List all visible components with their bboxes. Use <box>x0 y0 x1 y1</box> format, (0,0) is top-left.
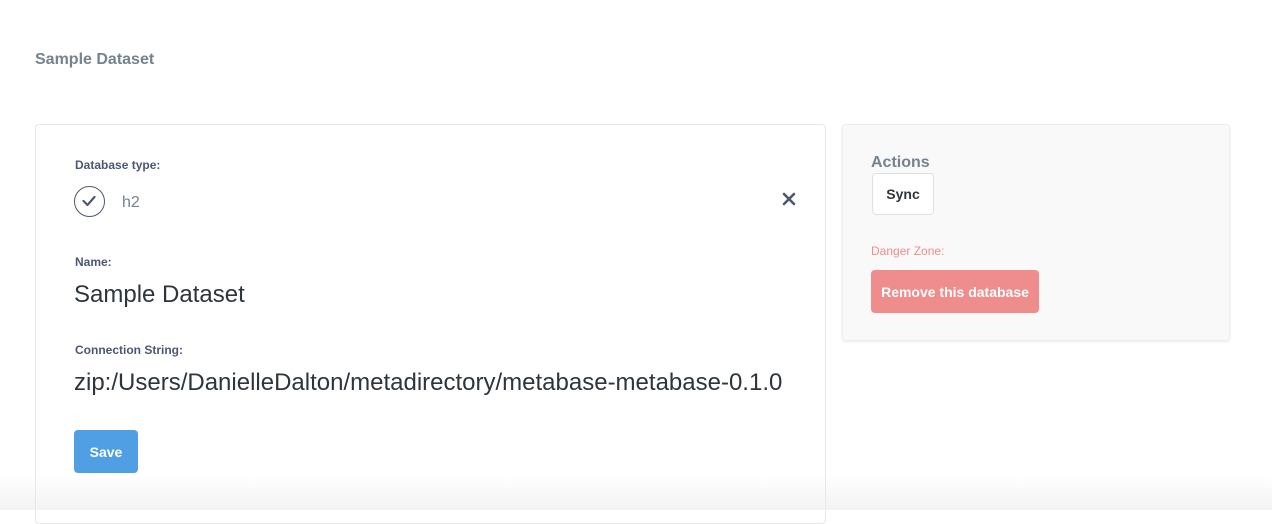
actions-title: Actions <box>871 154 930 171</box>
sync-button[interactable]: Sync <box>872 173 934 215</box>
db-type-value: h2 <box>122 194 140 211</box>
close-icon[interactable] <box>782 192 798 208</box>
save-button[interactable]: Save <box>74 430 138 473</box>
breadcrumb: Sample Dataset <box>35 51 155 68</box>
connection-string-label: Connection String: <box>75 343 183 357</box>
check-icon <box>74 186 105 217</box>
database-edit-form: Database type: h2 Name: Sample Dataset C… <box>35 124 826 524</box>
actions-panel: Actions Sync Danger Zone: Remove this da… <box>842 124 1230 341</box>
connection-string-field[interactable]: zip:/Users/DanielleDalton/metadirectory/… <box>74 369 782 397</box>
db-type-selector[interactable]: h2 <box>74 186 798 220</box>
db-type-label: Database type: <box>75 158 161 172</box>
name-label: Name: <box>75 255 112 269</box>
danger-zone-label: Danger Zone: <box>871 244 945 258</box>
remove-database-button[interactable]: Remove this database <box>871 270 1039 313</box>
name-field[interactable]: Sample Dataset <box>74 281 245 309</box>
